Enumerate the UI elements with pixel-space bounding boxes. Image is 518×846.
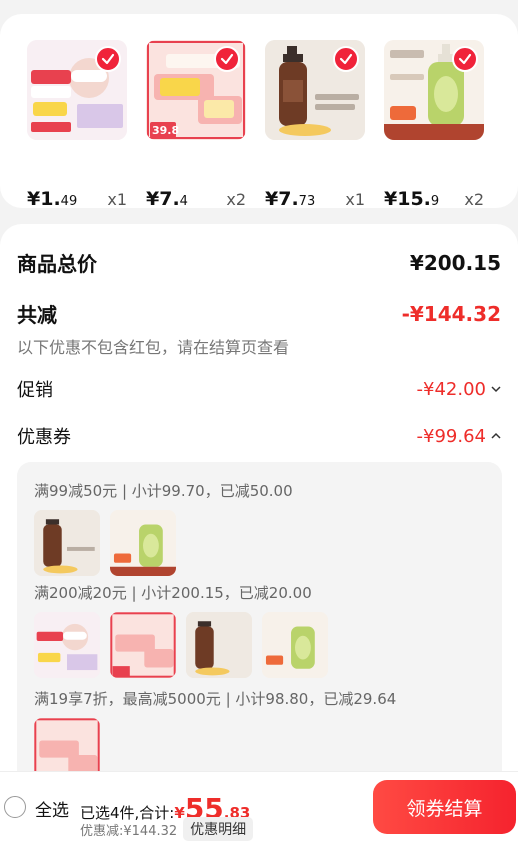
coupon-detail-panel: 满99减50元 | 小计99.70，已减50.00 满200减20元 | 小计2… xyxy=(17,462,502,792)
coupon-product-thumb xyxy=(262,612,328,678)
coupon-product-thumb xyxy=(34,510,100,576)
coupon-value: -¥99.64 xyxy=(416,425,486,447)
cleansing-oil-image xyxy=(186,612,252,678)
coupon-rule: 满19享7折，最高减5000元 | 小计98.80，已减29.64 xyxy=(34,690,397,708)
quantity: x2 xyxy=(226,190,246,209)
fragrance-box-image xyxy=(110,612,176,678)
checkout-button[interactable]: 领券结算 xyxy=(373,780,516,834)
discount-note: 以下优惠不包含红包，请在结算页查看 xyxy=(17,338,290,357)
product-thumbnail[interactable] xyxy=(384,40,484,140)
price-line: ¥1.49 x1 xyxy=(27,188,127,214)
coupon-label: 优惠券 xyxy=(17,427,71,448)
promo-label: 促销 xyxy=(17,380,53,401)
product-thumbnail[interactable] xyxy=(265,40,365,140)
eye-mask-image xyxy=(34,612,100,678)
price: ¥15.9 xyxy=(384,188,440,210)
quantity: x2 xyxy=(464,190,484,209)
discount-detail-button[interactable]: 优惠明细 xyxy=(183,817,254,841)
checkbox-checked-icon[interactable] xyxy=(214,46,240,72)
coupon-rule: 满200减20元 | 小计200.15，已减20.00 xyxy=(34,584,312,602)
coupon-product-thumb xyxy=(110,612,176,678)
select-all-radio[interactable] xyxy=(4,796,26,818)
price-summary-card: 商品总价 ¥200.15 共减 -¥144.32 以下优惠不包含红包，请在结算页… xyxy=(0,224,518,846)
selected-items-card: ¥1.49 x1 39.8 ¥7.4 x2 ¥7.73 x1 ¥15.9 x2 xyxy=(0,14,518,210)
total-price-row: 商品总价 ¥200.15 xyxy=(17,248,501,277)
price: ¥7.4 xyxy=(146,188,188,210)
total-price-label: 商品总价 xyxy=(17,252,97,276)
coupon-product-thumb xyxy=(186,612,252,678)
coupon-product-thumb xyxy=(110,510,176,576)
price-line: ¥15.9 x2 xyxy=(384,188,484,214)
total-reduce-value: -¥144.32 xyxy=(401,301,501,326)
promo-value: -¥42.00 xyxy=(416,378,486,400)
promo-row[interactable]: 促销 -¥42.00 xyxy=(17,376,501,402)
select-all-label[interactable]: 全选 xyxy=(35,796,69,821)
product-thumbnail[interactable]: 39.8 xyxy=(146,40,246,140)
checkout-bar: 全选 已选4件,合计: ¥55.83 优惠减:¥144.32 优惠明细 领券结算 xyxy=(0,771,518,846)
checkbox-checked-icon[interactable] xyxy=(333,46,359,72)
quantity: x1 xyxy=(107,190,127,209)
checkbox-checked-icon[interactable] xyxy=(452,46,478,72)
chevron-up-icon xyxy=(491,432,501,439)
coupon-row[interactable]: 优惠券 -¥99.64 xyxy=(17,423,501,449)
coupon-product-thumb xyxy=(34,612,100,678)
promo-value-wrap[interactable]: -¥42.00 xyxy=(417,379,501,400)
price: ¥1.49 xyxy=(27,188,78,210)
product-thumbnail[interactable] xyxy=(27,40,127,140)
total-price-value: ¥200.15 xyxy=(409,250,501,275)
cleansing-oil-image xyxy=(34,510,100,576)
price-line: ¥7.73 x1 xyxy=(265,188,365,214)
checkbox-checked-icon[interactable] xyxy=(95,46,121,72)
total-reduce-row: 共减 -¥144.32 xyxy=(17,299,501,328)
body-wash-image xyxy=(262,612,328,678)
total-reduce-label: 共减 xyxy=(17,303,57,327)
body-wash-image xyxy=(110,510,176,576)
quantity: x1 xyxy=(345,190,365,209)
selected-items-row: ¥1.49 x1 39.8 ¥7.4 x2 ¥7.73 x1 ¥15.9 x2 xyxy=(27,40,497,210)
price-line: ¥7.4 x2 xyxy=(146,188,246,214)
thumb-price-badge: 39.8 xyxy=(152,124,179,137)
discount-amount: 优惠减:¥144.32 xyxy=(80,823,178,839)
chevron-down-icon xyxy=(491,386,501,393)
coupon-value-wrap[interactable]: -¥99.64 xyxy=(417,426,501,447)
price: ¥7.73 xyxy=(265,188,316,210)
discount-line: 优惠减:¥144.32 优惠明细 xyxy=(80,817,254,841)
coupon-rule: 满99减50元 | 小计99.70，已减50.00 xyxy=(34,482,293,500)
